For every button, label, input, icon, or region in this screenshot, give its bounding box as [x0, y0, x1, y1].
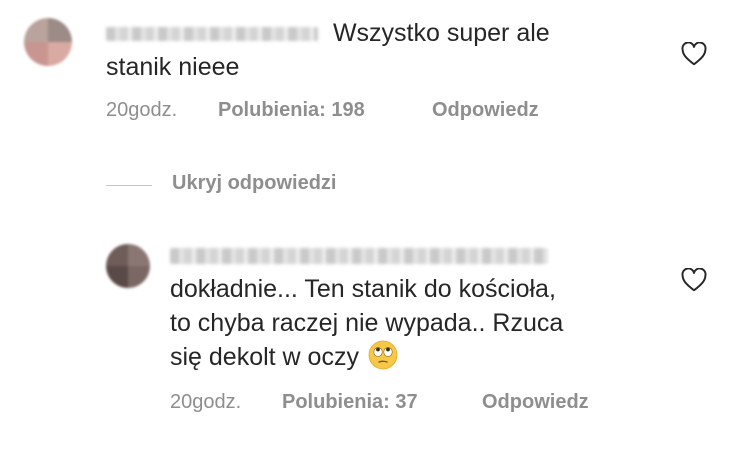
- username-blurred[interactable]: [170, 248, 548, 264]
- comment-text: dokładnie... Ten stanik do kościoła, to …: [170, 272, 563, 374]
- likes-count[interactable]: Polubienia: 37: [282, 391, 418, 414]
- reply-button[interactable]: Odpowiedz: [482, 391, 589, 414]
- comment-text-line: dokładnie... Ten stanik do kościoła,: [170, 275, 556, 303]
- heart-outline-icon[interactable]: [681, 42, 707, 66]
- comment-text-line: to chyba raczej nie wypada.. Rzuca: [170, 309, 564, 337]
- divider-line: [106, 185, 152, 186]
- likes-count[interactable]: Polubienia: 198: [218, 99, 365, 122]
- comment-meta: 20godz. Polubienia: 198 Odpowiedz: [106, 99, 626, 125]
- comment-meta: 20godz. Polubienia: 37 Odpowiedz: [170, 391, 640, 417]
- avatar[interactable]: [106, 244, 150, 288]
- heart-outline-icon[interactable]: [681, 268, 707, 292]
- comment-text-line: stanik nieee: [106, 53, 240, 81]
- comment-text-line: się dekolt w oczy: [170, 343, 359, 371]
- hide-replies-label[interactable]: Ukryj odpowiedzi: [172, 172, 336, 195]
- comment-1: Wszystko super ale stanik nieee 20godz. …: [0, 0, 750, 140]
- timestamp: 20godz.: [106, 99, 178, 121]
- reply-button[interactable]: Odpowiedz: [432, 99, 539, 122]
- comment-text: Wszystko super ale stanik nieee: [106, 16, 550, 84]
- face-with-rolling-eyes-emoji: [368, 340, 398, 370]
- comment-2: dokładnie... Ten stanik do kościoła, to …: [0, 230, 750, 430]
- username-blurred[interactable]: [106, 27, 318, 42]
- avatar[interactable]: [24, 18, 72, 66]
- comment-text-line: Wszystko super ale: [332, 19, 550, 47]
- timestamp: 20godz.: [170, 391, 242, 413]
